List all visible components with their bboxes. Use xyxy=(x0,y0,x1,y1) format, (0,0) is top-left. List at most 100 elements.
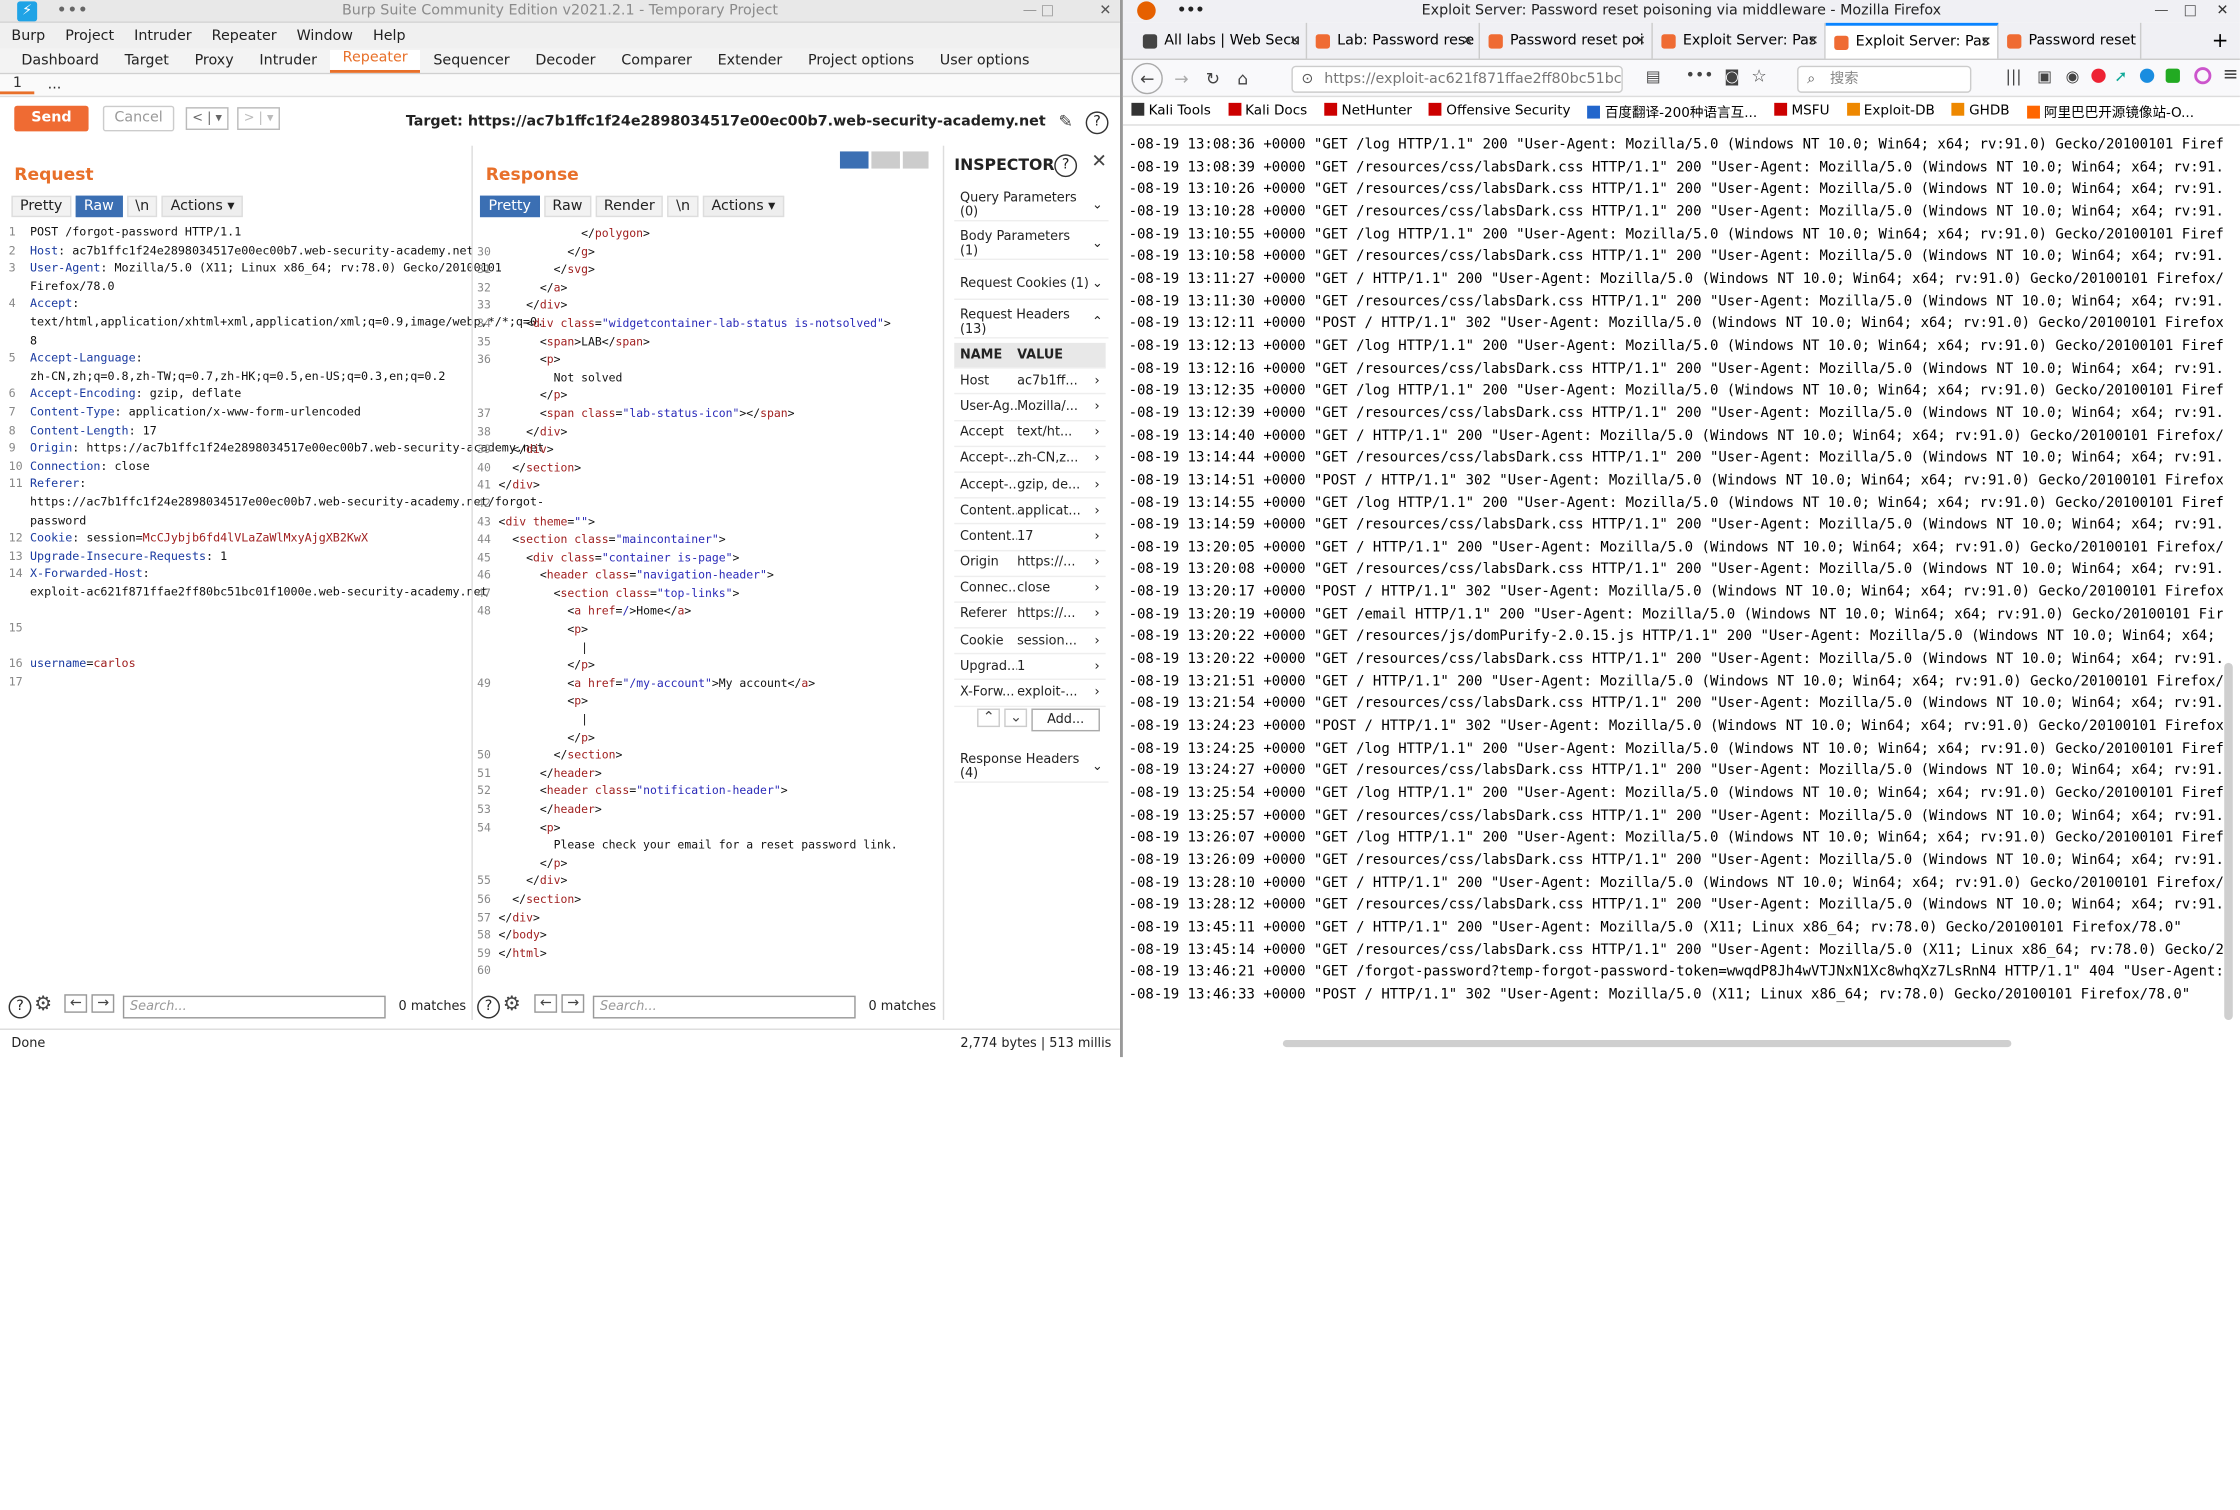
extension-icon[interactable] xyxy=(2165,68,2180,83)
menu-repeater[interactable]: Repeater xyxy=(212,28,277,44)
layout-toggle[interactable] xyxy=(839,151,929,171)
bookmark-item[interactable]: Kali Tools xyxy=(1131,102,1211,119)
chevron-right-icon[interactable]: › xyxy=(1089,556,1106,570)
request-editor[interactable]: 1 POST /forgot-password HTTP/1.1 2 Host: a… xyxy=(9,223,544,691)
request-prev-match-icon[interactable]: ← xyxy=(64,994,88,1013)
response-raw-tab[interactable]: Raw xyxy=(543,194,591,217)
table-row[interactable]: Upgrad... 1 › xyxy=(954,655,1106,681)
tab-close-icon[interactable]: ✕ xyxy=(1289,34,1300,48)
extension-icon[interactable] xyxy=(2091,68,2106,83)
table-row[interactable]: Accept-... zh-CN,z... › xyxy=(954,447,1106,473)
response-inspector-divider[interactable] xyxy=(942,145,945,1020)
chevron-right-icon[interactable]: › xyxy=(1089,374,1106,388)
bookmark-item[interactable]: Exploit-DB xyxy=(1846,102,1935,119)
menu-burp[interactable]: Burp xyxy=(11,28,45,44)
vertical-scrollbar[interactable] xyxy=(2223,134,2234,1027)
extension-icon[interactable]: ➚ xyxy=(2114,67,2127,86)
maximize-icon[interactable]: □ xyxy=(1041,0,1055,23)
extension-icon[interactable] xyxy=(2139,68,2155,83)
response-prev-match-icon[interactable]: ← xyxy=(534,994,558,1013)
back-button[interactable]: < | ▾ xyxy=(185,107,229,130)
bookmark-item[interactable]: 阿里巴巴开源镜像站-O... xyxy=(2026,101,2194,121)
response-pretty-tab[interactable]: Pretty xyxy=(479,194,540,217)
browser-tab-active[interactable]: Exploit Server: Pas ✕ xyxy=(1825,22,1999,59)
menu-project[interactable]: Project xyxy=(65,28,114,44)
response-next-match-icon[interactable]: → xyxy=(561,994,585,1013)
chevron-right-icon[interactable]: › xyxy=(1089,530,1106,544)
chevron-right-icon[interactable]: › xyxy=(1089,400,1106,414)
library-icon[interactable]: ||| xyxy=(2006,67,2022,86)
hamburger-menu-icon[interactable]: ≡ xyxy=(2223,64,2239,85)
chevron-right-icon[interactable]: › xyxy=(1089,426,1106,440)
sidebar-icon[interactable]: ▣ xyxy=(2037,67,2052,86)
body-parameters-section[interactable]: Body Parameters (1) ⌄ xyxy=(954,229,1109,260)
reader-view-icon[interactable]: ▤ xyxy=(1646,67,1661,86)
bookmark-star-icon[interactable]: ☆ xyxy=(1751,66,1766,86)
forward-icon[interactable]: → xyxy=(1174,68,1188,88)
table-row[interactable]: Content... applicat... › xyxy=(954,499,1106,525)
request-response-divider[interactable] xyxy=(471,145,473,1020)
chevron-right-icon[interactable]: › xyxy=(1089,686,1106,700)
inspector-help-icon[interactable]: ? xyxy=(1054,154,1078,178)
scrollbar-thumb[interactable] xyxy=(2224,662,2233,1020)
request-search-input[interactable]: Search... xyxy=(122,995,386,1019)
chevron-right-icon[interactable]: › xyxy=(1089,504,1106,518)
horizontal-scrollbar[interactable] xyxy=(1282,1039,2012,1048)
window-menu-icon[interactable]: ••• xyxy=(1177,0,1204,23)
response-settings-gear-icon[interactable]: ⚙ xyxy=(503,993,521,1016)
repeater-tab-1[interactable]: 1 xyxy=(0,76,35,95)
request-next-match-icon[interactable]: → xyxy=(91,994,115,1013)
table-row[interactable]: Content... 17 › xyxy=(954,525,1106,551)
repeater-tab-new[interactable]: ... xyxy=(35,77,74,93)
chevron-right-icon[interactable]: › xyxy=(1089,452,1106,466)
menu-window[interactable]: Window xyxy=(297,28,353,44)
response-headers-section[interactable]: Response Headers (4) ⌄ xyxy=(954,751,1109,783)
layout-stacked-icon[interactable] xyxy=(871,151,900,169)
edit-target-icon[interactable]: ✎ xyxy=(1059,111,1073,131)
layout-side-by-side-icon[interactable] xyxy=(839,151,869,169)
tab-intruder[interactable]: Intruder xyxy=(247,53,330,73)
reload-icon[interactable]: ↻ xyxy=(1206,68,1220,88)
request-cookies-section[interactable]: Request Cookies (1) ⌄ xyxy=(954,269,1109,300)
bookmark-item[interactable]: Kali Docs xyxy=(1227,102,1307,119)
table-row[interactable]: Accept text/ht... › xyxy=(954,421,1106,447)
back-icon[interactable]: ← xyxy=(1131,62,1163,94)
close-icon[interactable]: ✕ xyxy=(1099,0,1111,23)
browser-tab[interactable]: Exploit Server: Pas ✕ xyxy=(1653,22,1826,59)
extension-icon[interactable] xyxy=(2194,67,2212,85)
minimize-icon[interactable]: — xyxy=(2154,0,2168,23)
pocket-icon[interactable]: ◙ xyxy=(1724,67,1739,86)
request-pretty-tab[interactable]: Pretty xyxy=(11,194,71,217)
tab-user-options[interactable]: User options xyxy=(927,53,1042,73)
request-raw-tab[interactable]: Raw xyxy=(75,194,123,217)
window-menu-icon[interactable]: ••• xyxy=(57,0,89,23)
query-parameters-section[interactable]: Query Parameters (0) ⌄ xyxy=(954,190,1109,222)
tab-repeater[interactable]: Repeater xyxy=(329,49,421,73)
table-row[interactable]: Accept-... gzip, de... › xyxy=(954,473,1106,499)
chevron-right-icon[interactable]: › xyxy=(1089,608,1106,622)
browser-tab[interactable]: Password reset poi ✕ xyxy=(1480,22,1653,59)
cancel-button[interactable]: Cancel xyxy=(102,105,175,132)
move-down-icon[interactable]: ⌄ xyxy=(1004,708,1028,728)
inspector-close-icon[interactable]: ✕ xyxy=(1091,151,1107,172)
tab-target[interactable]: Target xyxy=(112,53,182,73)
forward-button[interactable]: > | ▾ xyxy=(237,107,280,130)
response-actions-dropdown[interactable]: Actions ▾ xyxy=(702,194,784,217)
chevron-right-icon[interactable]: › xyxy=(1089,634,1106,648)
request-newline-toggle[interactable]: \n xyxy=(126,194,158,217)
url-bar[interactable]: ⊙ https://exploit-ac621f871ffae2ff80bc51b… xyxy=(1291,65,1623,93)
chevron-right-icon[interactable]: › xyxy=(1089,478,1106,492)
search-input[interactable]: ⌕ 搜索 xyxy=(1797,65,1972,93)
table-row[interactable]: User-Ag... Mozilla/... › xyxy=(954,395,1106,421)
response-search-input[interactable]: Search... xyxy=(592,995,856,1019)
table-row[interactable]: Host ac7b1ff... › xyxy=(954,369,1106,395)
maximize-icon[interactable]: □ xyxy=(2184,0,2198,23)
help-icon[interactable]: ? xyxy=(1085,111,1109,135)
tab-sequencer[interactable]: Sequencer xyxy=(420,53,522,73)
table-row[interactable]: Connec... close › xyxy=(954,577,1106,603)
request-settings-gear-icon[interactable]: ⚙ xyxy=(34,993,52,1016)
table-row[interactable]: Referer https://... › xyxy=(954,603,1106,629)
bookmark-item[interactable]: 百度翻译-200种语言互... xyxy=(1587,101,1757,121)
tab-extender[interactable]: Extender xyxy=(705,53,795,73)
tab-close-icon[interactable]: ✕ xyxy=(1462,34,1473,48)
